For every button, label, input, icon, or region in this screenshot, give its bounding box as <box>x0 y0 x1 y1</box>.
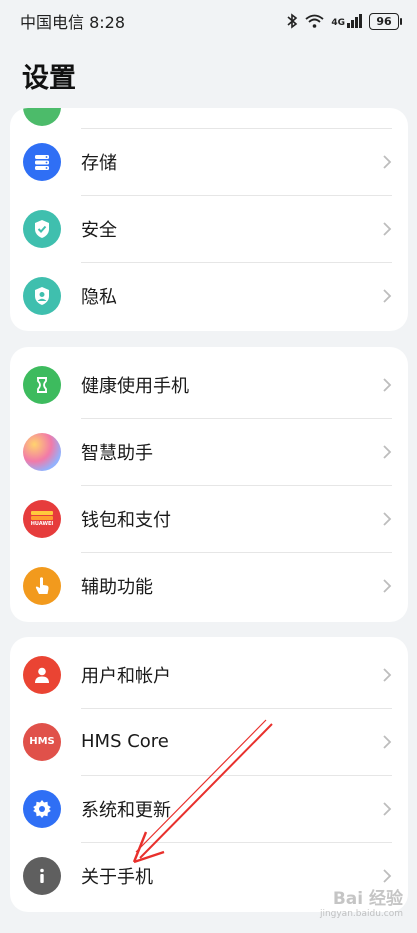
battery-level: 96 <box>376 14 392 28</box>
chevron-right-icon <box>383 578 392 593</box>
chevron-right-icon <box>383 868 392 883</box>
settings-item-label: 钱包和支付 <box>81 509 171 531</box>
hms-icon-text: HMS <box>29 736 55 747</box>
settings-item-label: 存储 <box>81 152 117 174</box>
user-icon <box>23 655 61 694</box>
settings-item-wallet[interactable]: HUAWEI 钱包和支付 <box>10 485 408 552</box>
chevron-right-icon <box>383 734 392 749</box>
wifi-icon <box>305 14 324 28</box>
hand-pointer-icon <box>23 566 61 605</box>
smart-assistant-icon <box>23 432 61 471</box>
settings-item-system-update[interactable]: 系统和更新 <box>10 775 408 842</box>
carrier-time: 中国电信 8:28 <box>20 13 126 32</box>
settings-item-storage[interactable]: 存储 <box>10 128 408 195</box>
battery-icon: 96 <box>369 12 402 30</box>
wallet-icon: HUAWEI <box>23 499 61 538</box>
settings-item-label: 健康使用手机 <box>81 375 189 397</box>
status-icons: 4G 96 <box>286 12 402 30</box>
page-title: 设置 <box>22 63 76 94</box>
info-icon <box>23 856 61 895</box>
partial-item <box>10 108 408 128</box>
wallet-icon-text: HUAWEI <box>30 520 54 527</box>
settings-item-label: 智慧助手 <box>81 442 153 464</box>
network-type: 4G <box>331 18 345 28</box>
privacy-shield-icon <box>23 276 61 315</box>
hourglass-icon <box>23 365 61 404</box>
watermark-sub: jingyan.baidu.com <box>319 909 403 919</box>
settings-item-label: 用户和帐户 <box>81 665 171 687</box>
storage-icon <box>23 142 61 181</box>
chevron-right-icon <box>383 444 392 459</box>
settings-item-digital-balance[interactable]: 健康使用手机 <box>10 351 408 418</box>
bluetooth-icon <box>287 13 298 29</box>
chevron-right-icon <box>383 221 392 236</box>
settings-item-users-accounts[interactable]: 用户和帐户 <box>10 641 408 708</box>
settings-item-smart-assistant[interactable]: 智慧助手 <box>10 418 408 485</box>
settings-item-privacy[interactable]: 隐私 <box>10 262 408 329</box>
partial-item-icon <box>23 108 61 126</box>
signal-icon: 4G <box>331 14 362 28</box>
chevron-right-icon <box>383 801 392 816</box>
chevron-right-icon <box>383 667 392 682</box>
shield-check-icon <box>23 209 61 248</box>
hms-icon: HMS <box>23 722 61 761</box>
settings-item-security[interactable]: 安全 <box>10 195 408 262</box>
settings-item-label: HMS Core <box>81 731 169 752</box>
settings-group-2: 健康使用手机 智慧助手 HUAWEI 钱包和支付 辅助功能 <box>10 347 408 622</box>
watermark-logo: Bai 经验 jingyan.baidu.com <box>320 891 403 919</box>
settings-item-label: 系统和更新 <box>81 799 171 821</box>
settings-item-label: 隐私 <box>81 286 117 308</box>
settings-item-accessibility[interactable]: 辅助功能 <box>10 552 408 619</box>
settings-item-label: 安全 <box>81 219 117 241</box>
settings-item-label: 辅助功能 <box>81 576 153 598</box>
watermark-title: Bai 经验 <box>332 889 403 909</box>
settings-item-hms-core[interactable]: HMS HMS Core <box>10 708 408 775</box>
settings-group-3: 用户和帐户 HMS HMS Core 系统和更新 关于手机 <box>10 637 408 912</box>
chevron-right-icon <box>383 288 392 303</box>
chevron-right-icon <box>383 377 392 392</box>
chevron-right-icon <box>383 154 392 169</box>
status-bar: 中国电信 8:28 4G 96 <box>0 0 417 42</box>
settings-item-label: 关于手机 <box>81 866 153 888</box>
system-gear-icon <box>23 789 61 828</box>
settings-group-1: 存储 安全 隐私 <box>10 108 408 331</box>
chevron-right-icon <box>383 511 392 526</box>
